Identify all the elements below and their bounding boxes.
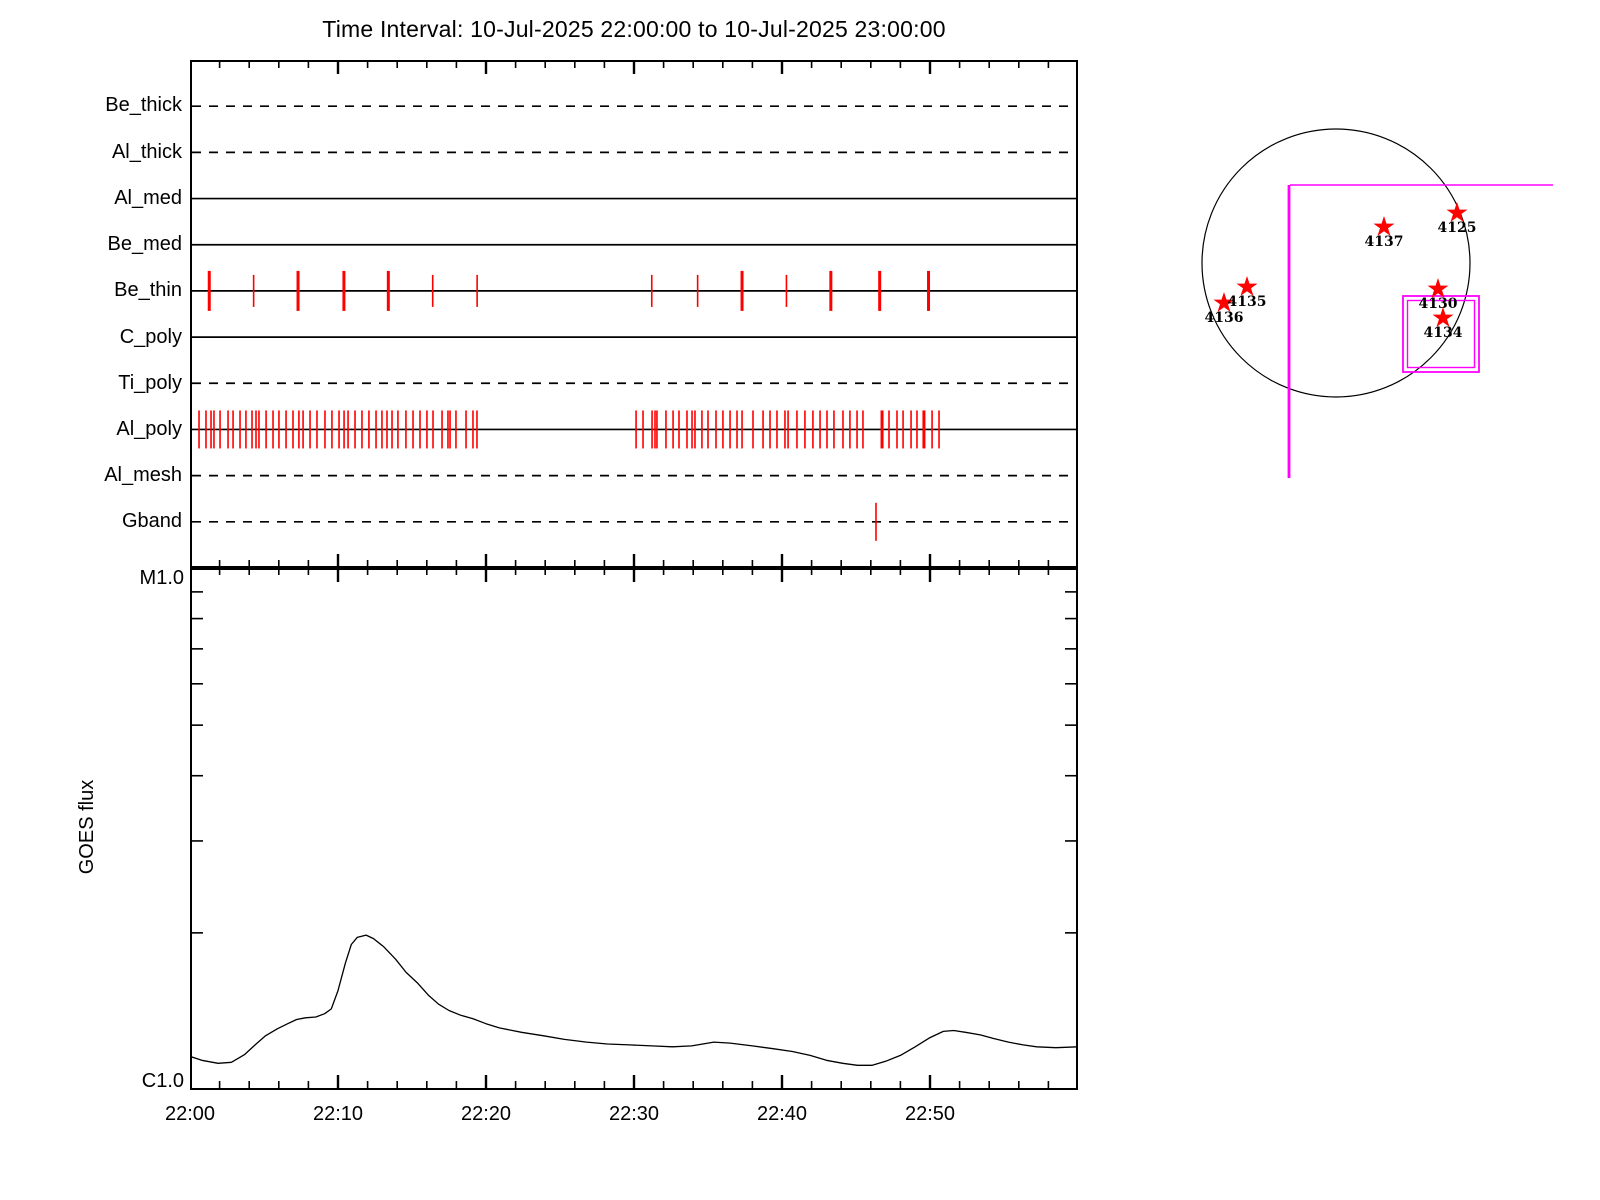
x-tick-label-2240: 22:40 [756,1103,808,1125]
x-tick-label-2200: 22:00 [164,1103,216,1125]
active-region-star-4135 [1236,276,1258,296]
row-label-gband: Gband [121,510,182,532]
active-region-star-4125 [1446,202,1468,222]
goes-flux-curve [190,934,1078,1066]
row-label-be-thin: Be_thin [114,279,182,301]
solar-observation-summary-plot: Time Interval: 10-Jul-2025 22:00:00 to 1… [0,0,1600,1200]
row-label-al-med: Al_med [114,187,182,209]
row-label-al-poly: Al_poly [116,418,182,440]
active-region-label-4130: 4130 [1419,296,1458,312]
x-tick-label-2220: 22:20 [460,1103,512,1125]
active-region-label-4134: 4134 [1424,325,1463,341]
goes-y-min-label: C1.0 [141,1070,184,1092]
active-region-star-4137 [1373,216,1395,236]
x-tick-label-2250: 22:50 [904,1103,956,1125]
goes-y-max-label: M1.0 [139,567,184,589]
row-label-al-mesh: Al_mesh [104,464,182,486]
plot-title: Time Interval: 10-Jul-2025 22:00:00 to 1… [322,16,946,42]
solar-limb-circle [1201,128,1471,398]
active-region-label-4136: 4136 [1205,310,1244,326]
row-label-be-med: Be_med [107,233,183,255]
timeline-panel-border [190,60,1078,568]
goes-panel-border [190,568,1078,1090]
row-label-c-poly: C_poly [119,326,182,348]
goes-flux-chart [190,568,1078,1090]
row-label-be-thick: Be_thick [105,94,182,116]
active-region-label-4135: 4135 [1228,294,1267,310]
row-label-ti-poly: Ti_poly [118,372,182,394]
active-region-star-4130 [1427,278,1449,298]
x-tick-label-2210: 22:10 [312,1103,364,1125]
active-region-label-4125: 4125 [1438,220,1477,236]
goes-y-axis-title: GOES flux [76,779,98,875]
row-label-al-thick: Al_thick [111,141,182,163]
filter-exposure-timeline-chart [190,60,1078,568]
active-region-label-4137: 4137 [1365,234,1404,250]
solar-disk-map: 4136 4137 4125 4135 4130 4134 [1201,128,1553,478]
x-tick-label-2230: 22:30 [608,1103,660,1125]
